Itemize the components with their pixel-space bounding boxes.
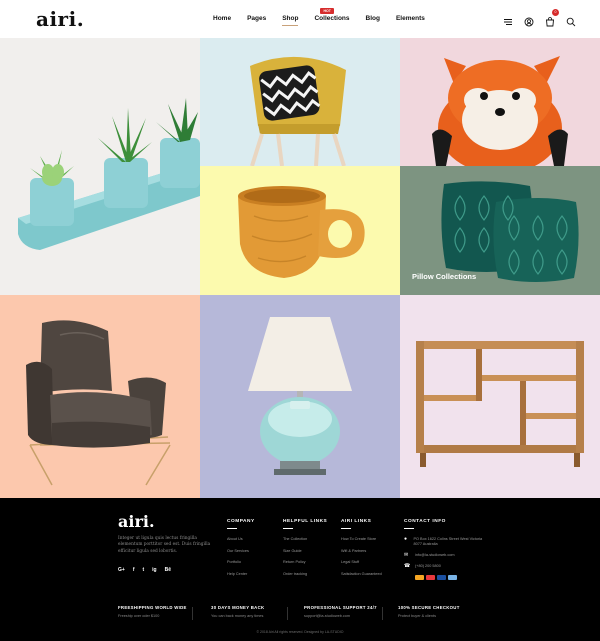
footer-link[interactable]: Return Policy <box>283 560 327 564</box>
location-icon: ● <box>404 536 408 542</box>
collection-grid: Pillow Collections <box>0 38 600 498</box>
search-icon[interactable] <box>566 14 576 27</box>
shelf-image <box>416 341 584 467</box>
footer-col-airi-links: AIRI LINKS How To Create Store Wifi & Pa… <box>341 519 382 583</box>
lamp-image <box>248 317 352 475</box>
contact-email: ✉ info@la-studioweb.com <box>404 553 484 558</box>
footer-link[interactable]: About Us <box>227 537 255 541</box>
main-nav: Home Pages Shop HOT Collections Blog Ele… <box>213 8 441 26</box>
title-rule <box>404 528 414 529</box>
footer-col-title: AIRI LINKS <box>341 519 372 524</box>
feature-title: PROFESSIONAL SUPPORT 24/7 <box>304 605 377 610</box>
site-footer: airi. Integer ut ligula quis lectus frin… <box>0 498 600 641</box>
hot-badge: HOT <box>320 8 334 14</box>
armchair-image <box>26 320 171 486</box>
divider <box>382 607 383 620</box>
footer-col-company: COMPANY About Us Our Services Portfolio … <box>227 519 255 583</box>
footer-link[interactable]: Wifi & Partners <box>341 549 382 553</box>
contact-address: ● PO Box 1622 Colins Street West Victori… <box>404 537 484 547</box>
header-icons: 0 <box>503 9 576 27</box>
feature-title: 30 DAYS MONEY BACK <box>211 605 265 610</box>
nav-shop[interactable]: Shop <box>282 15 299 26</box>
cart-icon[interactable]: 0 <box>545 9 559 27</box>
footer-link[interactable]: Help Center <box>227 572 255 576</box>
instagram-icon[interactable]: ig <box>152 567 156 573</box>
footer-col-title: COMPANY <box>227 519 255 524</box>
feature-text: Protect buyer & clients <box>398 614 436 618</box>
footer-link[interactable]: The Collection <box>283 537 327 541</box>
footer-col-title: HELPFUL LINKS <box>283 519 328 524</box>
tile-table-lamp[interactable] <box>200 295 400 498</box>
feature-secure-checkout: 100% SECURE CHECKOUT Protect buyer & cli… <box>398 605 460 618</box>
facebook-icon[interactable]: f <box>133 567 135 573</box>
footer-col-contact: CONTACT INFO ● PO Box 1622 Colins Street… <box>404 519 484 580</box>
nav-collections[interactable]: HOT Collections <box>314 8 350 22</box>
contact-phone: ☎ (+80) 200 5800 <box>404 564 484 569</box>
feature-money-back: 30 DAYS MONEY BACK You can back money an… <box>211 605 264 618</box>
nav-home[interactable]: Home <box>213 15 231 22</box>
phone-icon: ☎ <box>404 563 411 569</box>
tile-pillows[interactable]: Pillow Collections <box>400 166 600 295</box>
tile-wooden-shelf[interactable] <box>400 295 600 498</box>
footer-col-helpful-links: HELPFUL LINKS The Collection Size Guide … <box>283 519 327 583</box>
footer-link[interactable]: Legal Stuff <box>341 560 382 564</box>
tile-succulents[interactable] <box>0 38 200 295</box>
feature-title: 100% SECURE CHECKOUT <box>398 605 460 610</box>
title-rule <box>227 528 237 529</box>
tile-leather-armchair[interactable] <box>0 295 200 498</box>
nav-pages[interactable]: Pages <box>247 15 266 22</box>
payment-methods <box>415 575 484 580</box>
mail-icon: ✉ <box>404 552 409 558</box>
paypal-icon <box>437 575 446 580</box>
user-icon[interactable] <box>524 14 534 27</box>
feature-text: You can back money any times <box>211 614 264 618</box>
footer-logo[interactable]: airi. <box>118 512 155 531</box>
divider <box>192 607 193 620</box>
twitter-icon[interactable]: t <box>142 567 144 573</box>
nav-elements[interactable]: Elements <box>396 15 425 22</box>
footer-description: Integer ut ligula quis lectus fringilla … <box>118 536 211 554</box>
mastercard-icon <box>415 575 424 580</box>
footer-link[interactable]: Order tracking <box>283 572 327 576</box>
feature-text: Freeship over oder $100 <box>118 614 160 618</box>
google-plus-icon[interactable]: G+ <box>118 567 125 573</box>
phone-text: (+80) 200 5800 <box>415 564 441 568</box>
feature-text: support@la-studioweb.com <box>304 614 351 618</box>
fox-image <box>432 56 568 166</box>
email-text[interactable]: info@la-studioweb.com <box>415 553 455 558</box>
footer-link[interactable]: Size Guide <box>283 549 327 553</box>
tile-fox-plush[interactable] <box>400 38 600 166</box>
site-header: airi. Home Pages Shop HOT Collections Bl… <box>0 0 600 38</box>
divider <box>287 607 288 620</box>
footer-link[interactable]: How To Create Store <box>341 537 382 541</box>
amex-icon <box>448 575 457 580</box>
footer-link[interactable]: Our Services <box>227 549 255 553</box>
tile-wooden-cup[interactable] <box>200 166 400 295</box>
logo[interactable]: airi. <box>36 7 84 31</box>
address-text: PO Box 1622 Colins Street West Victoria … <box>413 537 483 546</box>
footer-link[interactable]: Portfolio <box>227 560 255 564</box>
menu-icon[interactable] <box>503 14 513 25</box>
feature-freeshipping: FREESHIPPING WORLD WIDE Freeship over od… <box>118 605 187 618</box>
card-icon <box>426 575 435 580</box>
chair-image <box>250 56 346 166</box>
nav-blog[interactable]: Blog <box>366 15 380 22</box>
footer-col-title: CONTACT INFO <box>404 519 446 524</box>
behance-icon[interactable]: Bē <box>165 567 171 573</box>
social-links: G+ f t ig Bē <box>118 567 171 573</box>
tile-label-pillow-collections[interactable]: Pillow Collections <box>412 272 476 281</box>
title-rule <box>283 528 293 529</box>
feature-support: PROFESSIONAL SUPPORT 24/7 support@la-stu… <box>304 605 377 618</box>
cart-count-badge: 0 <box>552 9 559 16</box>
cup-image <box>238 186 365 278</box>
copyright: © 2018 Airi All rights reserved. Designe… <box>256 630 344 634</box>
nav-collections-label: Collections <box>314 15 350 22</box>
tile-chair-pillow[interactable] <box>200 38 400 166</box>
title-rule <box>341 528 351 529</box>
succulents-image <box>18 98 200 250</box>
footer-link[interactable]: Satisfaction Guaranteed <box>341 572 382 576</box>
feature-title: FREESHIPPING WORLD WIDE <box>118 605 187 610</box>
